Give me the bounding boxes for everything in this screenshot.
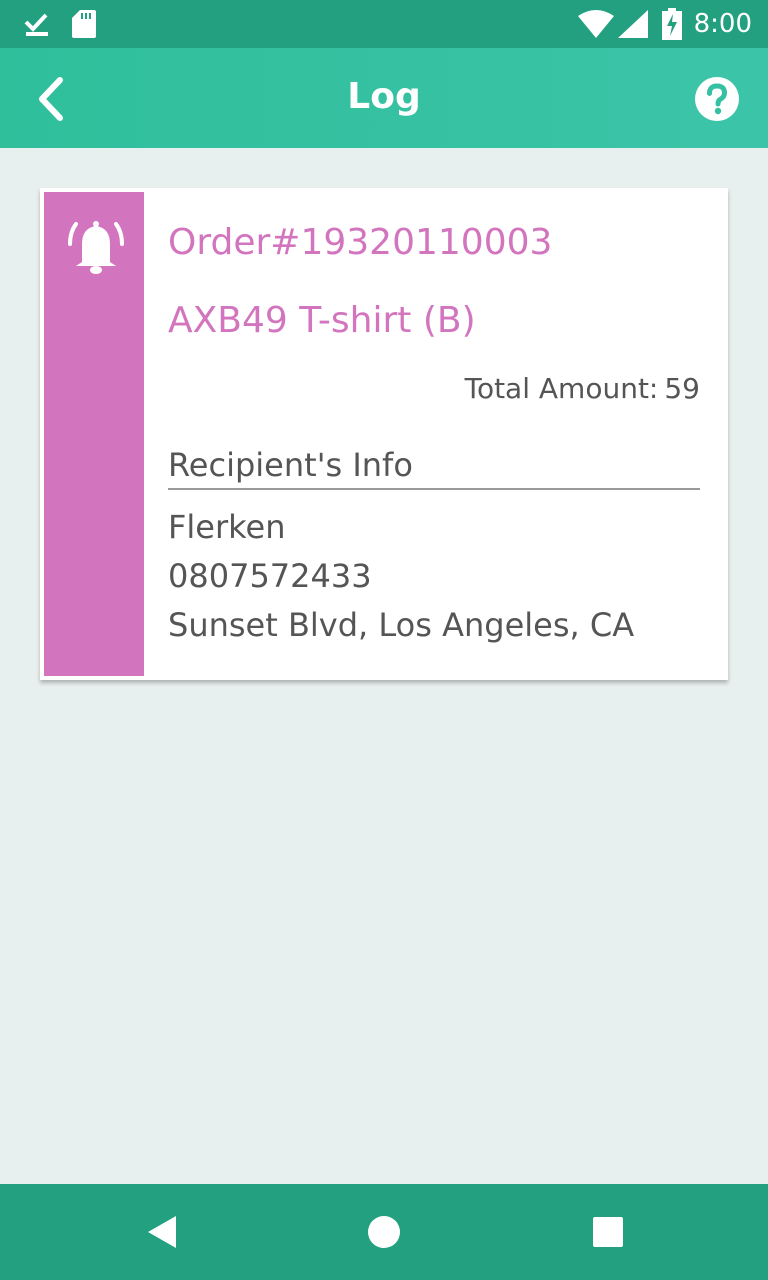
signal-icon: [618, 10, 648, 38]
home-circle-icon[interactable]: [364, 1212, 404, 1252]
page-title: Log: [347, 76, 421, 117]
order-number: Order#19320110003: [168, 222, 553, 263]
recipient-name: Flerken: [168, 508, 286, 546]
total-amount-label: Total Amount:: [464, 372, 659, 405]
bell-ringing-icon: [68, 221, 124, 274]
status-bar: 8:00: [0, 0, 768, 48]
card-accent-strip: [44, 192, 144, 676]
battery-charging-icon: [662, 8, 682, 40]
sd-card-icon: [72, 10, 96, 38]
product-name: AXB49 T-shirt (B): [168, 300, 476, 341]
recents-square-icon[interactable]: [588, 1212, 628, 1252]
total-amount-value: 59: [664, 372, 700, 405]
recipient-info-title: Recipient's Info: [168, 446, 700, 490]
system-nav-bar: [0, 1184, 768, 1280]
recipient-phone: 0807572433: [168, 557, 372, 595]
status-time: 8:00: [693, 9, 752, 39]
recipient-address: Sunset Blvd, Los Angeles, CA: [168, 606, 635, 644]
back-triangle-icon[interactable]: [144, 1212, 184, 1252]
help-circle-icon[interactable]: [694, 76, 740, 122]
total-amount: Total Amount: 59: [465, 372, 700, 405]
wifi-icon: [578, 10, 614, 38]
app-bar: Log: [0, 48, 768, 148]
download-done-icon: [24, 13, 48, 36]
log-card[interactable]: Order#19320110003 AXB49 T-shirt (B) Tota…: [40, 188, 728, 680]
